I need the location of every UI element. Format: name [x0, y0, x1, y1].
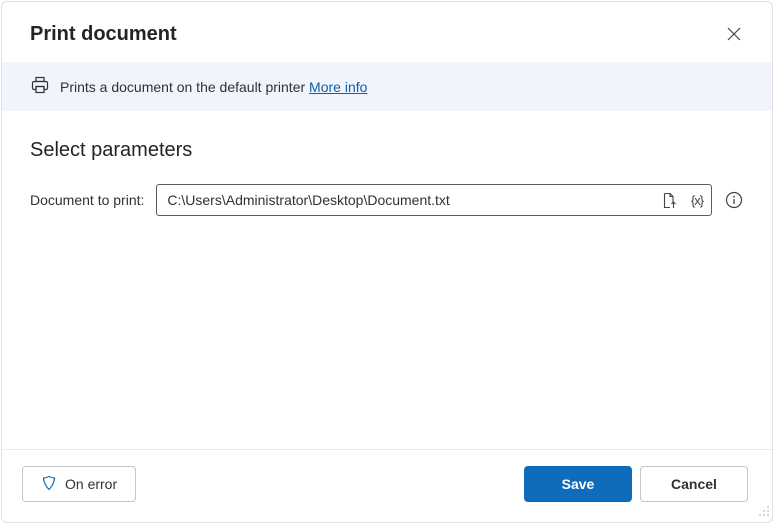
- on-error-button[interactable]: On error: [22, 466, 136, 502]
- info-bar: Prints a document on the default printer…: [2, 62, 772, 111]
- insert-variable-button[interactable]: {x}: [683, 185, 711, 215]
- print-document-dialog: Print document Prints a document on the …: [1, 1, 773, 523]
- section-title: Select parameters: [30, 139, 744, 162]
- file-select-icon: [661, 192, 678, 209]
- shield-icon: [41, 475, 57, 494]
- info-bar-text: Prints a document on the default printer…: [60, 79, 367, 95]
- close-icon: [727, 27, 741, 41]
- printer-icon: [30, 75, 50, 98]
- close-button[interactable]: [720, 20, 748, 48]
- info-description: Prints a document on the default printer: [60, 79, 309, 95]
- parameter-info-button[interactable]: [724, 190, 744, 210]
- on-error-label: On error: [65, 476, 117, 492]
- document-to-print-label: Document to print:: [30, 192, 144, 208]
- more-info-link[interactable]: More info: [309, 79, 367, 95]
- cancel-button[interactable]: Cancel: [640, 466, 748, 502]
- dialog-footer: On error Save Cancel: [2, 449, 772, 522]
- dialog-header: Print document: [2, 2, 772, 62]
- dialog-content: Select parameters Document to print: {x}: [2, 111, 772, 449]
- browse-file-button[interactable]: [655, 185, 683, 215]
- footer-right: Save Cancel: [524, 466, 748, 502]
- save-button[interactable]: Save: [524, 466, 632, 502]
- dialog-title: Print document: [30, 23, 177, 46]
- document-path-input[interactable]: [157, 192, 655, 208]
- info-icon: [725, 191, 743, 209]
- footer-left: On error: [22, 466, 136, 502]
- document-path-input-wrapper: {x}: [156, 184, 712, 216]
- cancel-label: Cancel: [671, 476, 717, 492]
- save-label: Save: [562, 476, 595, 492]
- parameter-row: Document to print: {x}: [30, 184, 744, 216]
